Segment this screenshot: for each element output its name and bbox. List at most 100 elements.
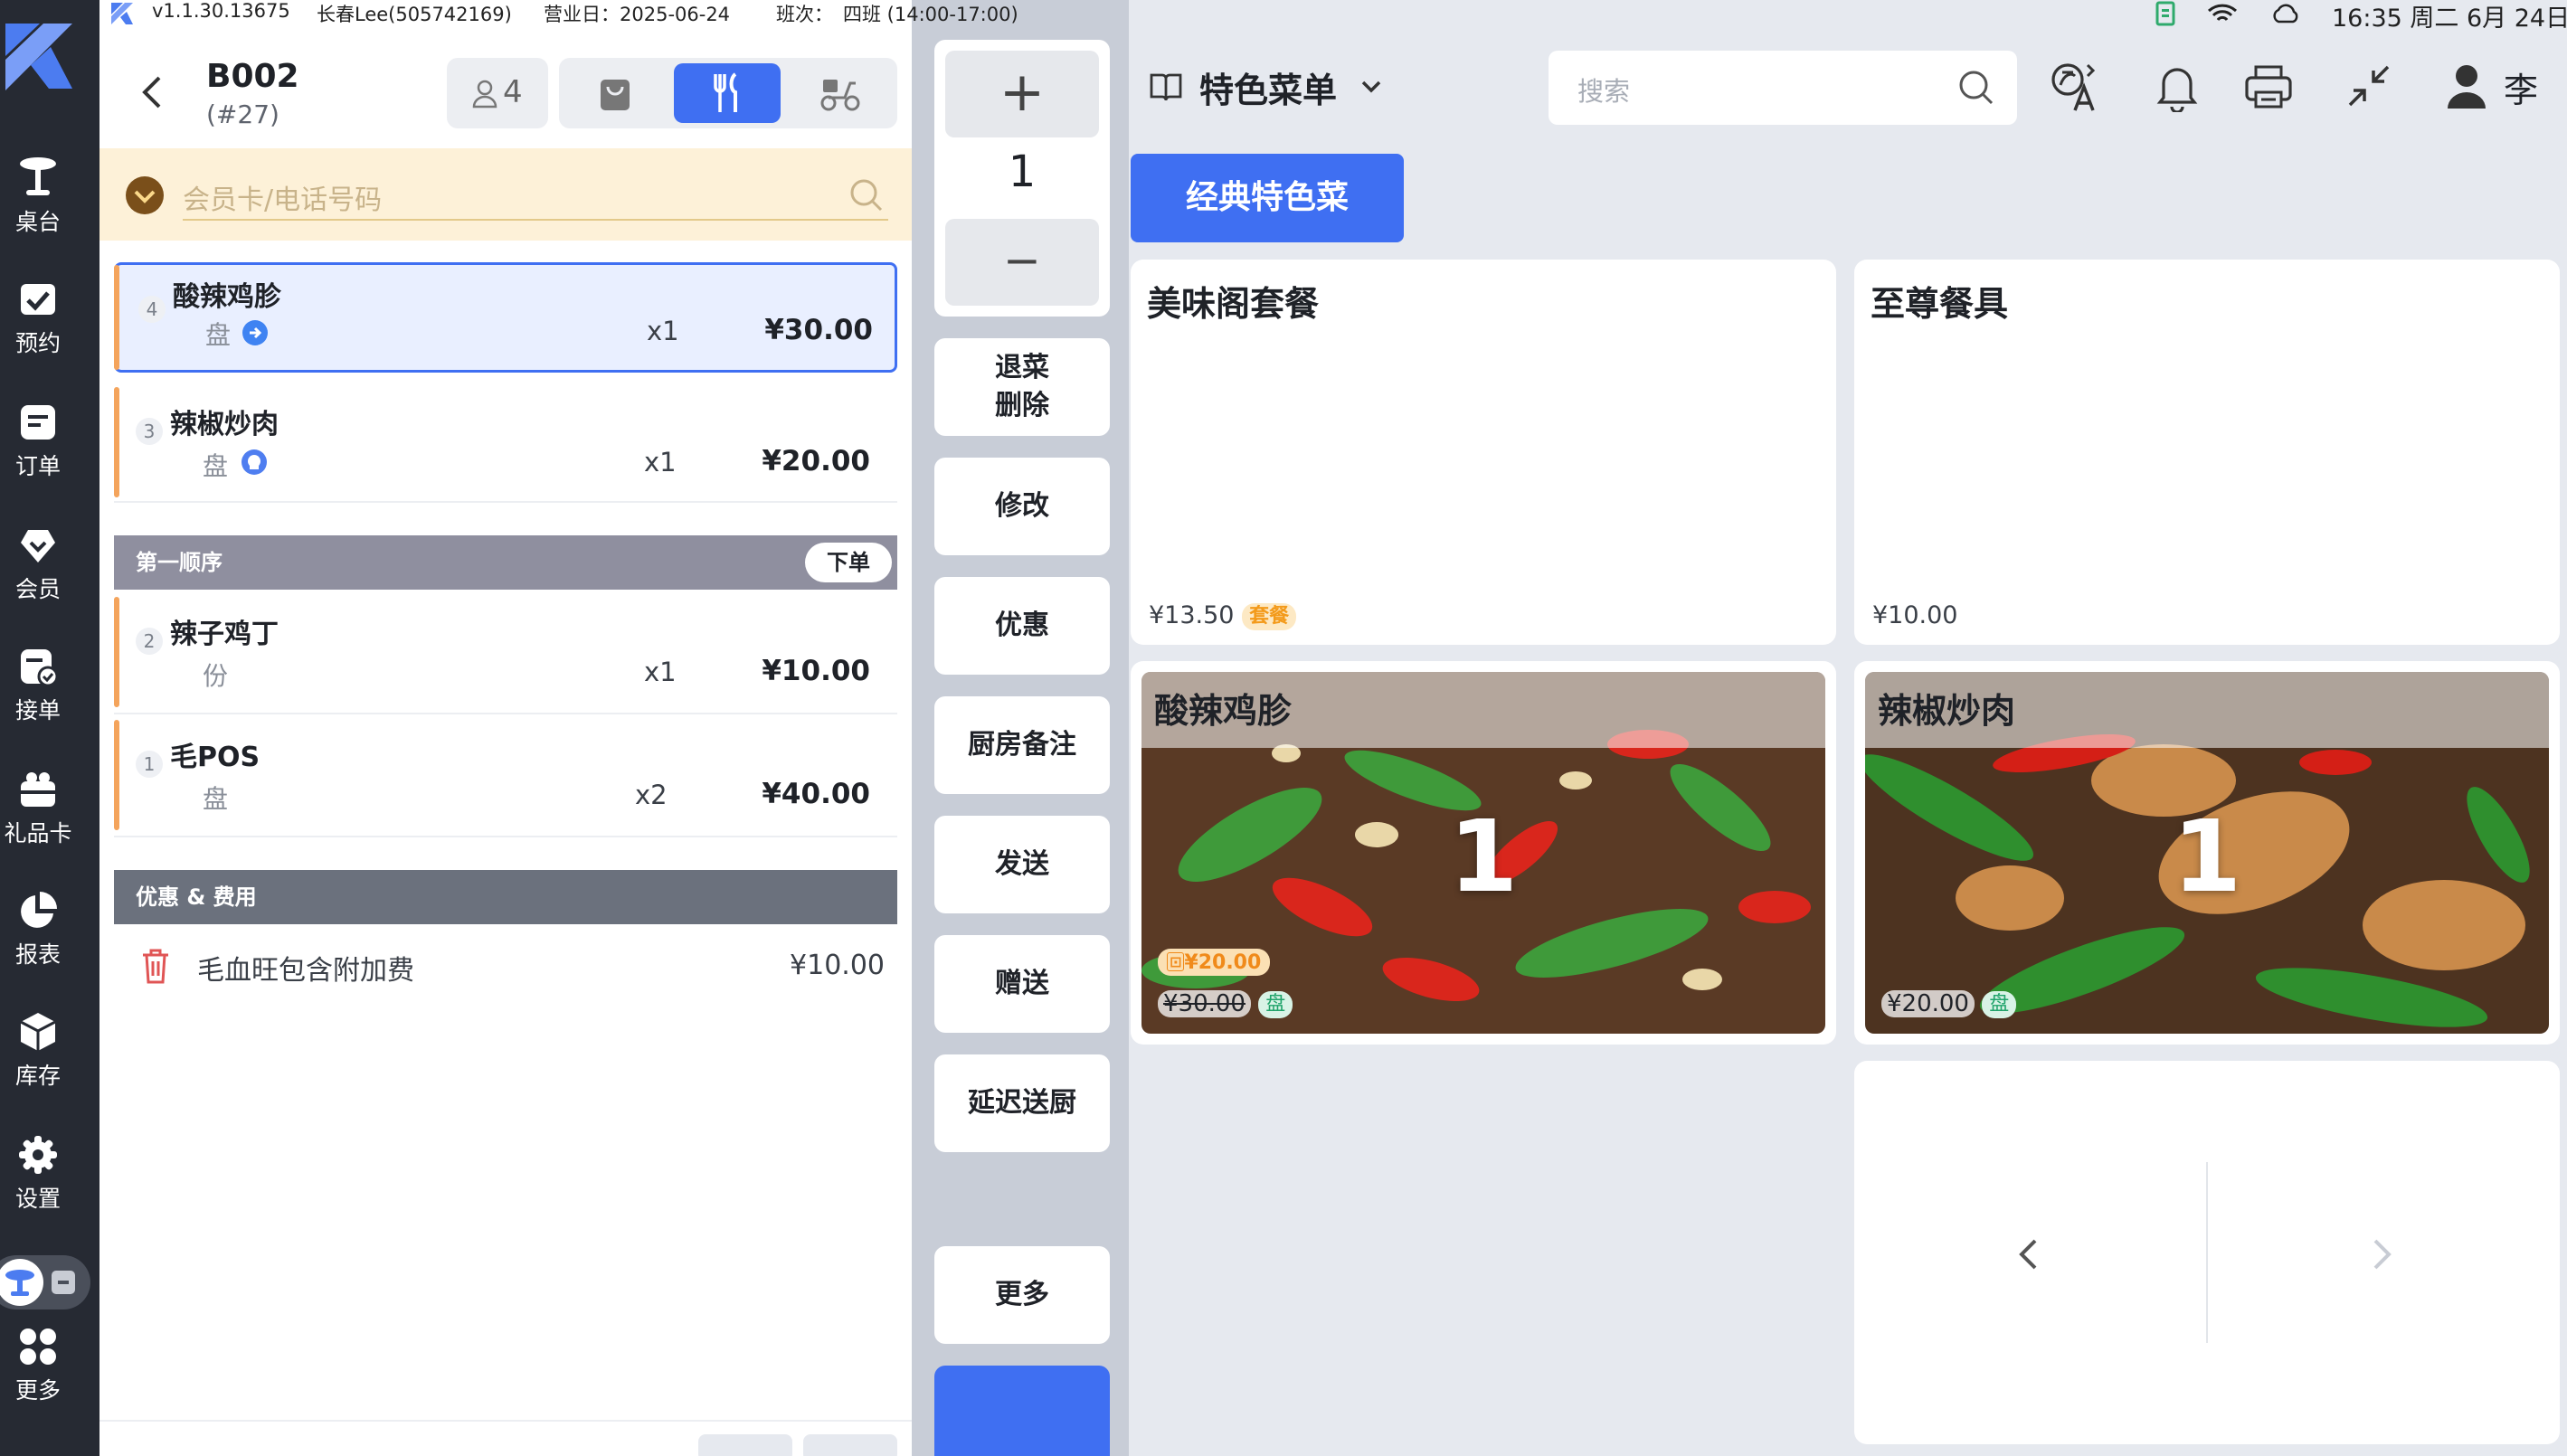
user-menu[interactable]: 李 [2446, 60, 2538, 114]
box-icon [20, 1013, 56, 1051]
dish-card[interactable]: 酸辣鸡胗 1 ⊡ ¥20.00 ¥30.00 盘 [1131, 661, 1836, 1045]
user-text: 长春Lee(505742169) [317, 4, 512, 25]
item-unit: 盘 [203, 451, 229, 481]
modify-button[interactable]: 修改 [934, 458, 1110, 555]
pagination-card [1854, 1061, 2560, 1444]
collapse-icon[interactable] [2346, 63, 2392, 109]
app-mini-logo [111, 3, 133, 24]
item-qty: x1 [647, 316, 679, 346]
coupon-icon: ⊡ [1167, 952, 1185, 971]
dish-qty-overlay: 1 [2172, 799, 2242, 914]
item-unit: 盘 [203, 784, 229, 814]
item-name: 酸辣鸡胗 [173, 281, 281, 313]
checkout-button[interactable] [934, 1366, 1110, 1456]
sidebar-item-more[interactable]: 更多 [0, 1326, 76, 1405]
order-item-row[interactable]: 4 酸辣鸡胗 盘 x1 ¥30.00 [114, 262, 897, 373]
pagination-divider [2206, 1162, 2208, 1343]
category-tab-classic[interactable]: 经典特色菜 [1131, 154, 1404, 242]
document-mode-icon [52, 1271, 75, 1294]
gift-icon [21, 772, 55, 807]
footer-button[interactable] [698, 1434, 792, 1456]
search-placeholder: 搜索 [1577, 76, 1631, 107]
delay-kitchen-button[interactable]: 延迟送厨 [934, 1054, 1110, 1152]
dish-card[interactable]: 至尊餐具 ¥10.00 [1854, 260, 2560, 645]
back-arrow-icon[interactable] [139, 74, 166, 110]
pie-chart-icon [21, 892, 57, 928]
gift-button[interactable]: 赠送 [934, 935, 1110, 1033]
sidebar-item-giftcard[interactable]: 礼品卡 [0, 769, 76, 848]
sidebar-item-member[interactable]: 会员 [0, 525, 76, 604]
order-item-row[interactable]: 1 毛POS 盘 x2 ¥40.00 [114, 716, 897, 837]
order-footer [99, 1420, 912, 1456]
wifi-icon [2207, 4, 2238, 22]
cloud-icon [2273, 4, 2298, 24]
dine-in-mode[interactable] [674, 63, 781, 123]
order-item-row[interactable]: 3 辣椒炒肉 盘 x1 ¥20.00 [114, 383, 897, 503]
order-item-row[interactable]: 2 辣子鸡丁 份 x1 ¥10.00 [114, 593, 897, 714]
delivery-mode[interactable] [791, 63, 890, 123]
dish-unit-tag: 盘 [1982, 990, 2017, 1018]
dish-price: ¥13.50 [1149, 601, 1235, 629]
bell-icon[interactable] [2156, 61, 2198, 112]
person-icon [472, 80, 497, 109]
sidebar-item-receive[interactable]: 接单 [0, 646, 76, 725]
place-order-button[interactable]: 下单 [805, 543, 892, 582]
fee-name: 毛血旺包含附加费 [197, 955, 414, 987]
shift-text: 四班 (14:00-17:00) [843, 4, 1018, 25]
menu-search-input[interactable]: 搜索 [1549, 51, 2017, 125]
sidebar-item-label: 报表 [14, 941, 61, 968]
footer-button[interactable] [803, 1434, 897, 1456]
mode-toggle[interactable] [0, 1255, 90, 1309]
order-icon [21, 405, 55, 440]
menu-selector[interactable]: 特色菜单 [1149, 51, 1382, 123]
sidebar-item-orders[interactable]: 订单 [0, 402, 76, 481]
sidebar-item-inventory[interactable]: 库存 [0, 1011, 76, 1091]
member-search-field[interactable]: 会员卡/电话号码 [183, 174, 888, 221]
printer-icon[interactable] [2243, 63, 2294, 110]
item-name: 毛POS [170, 742, 260, 773]
chevron-left-icon[interactable] [2017, 1238, 2039, 1271]
sidebar-item-settings[interactable]: 设置 [0, 1134, 76, 1214]
kitchen-note-button[interactable]: 厨房备注 [934, 696, 1110, 794]
return-delete-button[interactable]: 退菜 删除 [934, 338, 1110, 436]
item-seq: 3 [136, 418, 163, 445]
member-input-placeholder: 会员卡/电话号码 [183, 184, 383, 216]
dining-mode-group [559, 58, 897, 128]
item-name: 辣子鸡丁 [170, 619, 279, 650]
chef-status-icon [242, 449, 267, 475]
takeout-mode[interactable] [564, 63, 664, 123]
operation-column: + 1 − 退菜 删除 修改 优惠 厨房备注 发送 赠送 延迟送厨 更多 [912, 0, 1129, 1456]
dish-card[interactable]: 美味阁套餐 ¥13.50 套餐 [1131, 260, 1836, 645]
sidebar-item-label: 订单 [14, 453, 61, 479]
more-button[interactable]: 更多 [934, 1246, 1110, 1344]
item-price: ¥40.00 [762, 778, 870, 810]
chevron-right-icon[interactable] [2372, 1238, 2393, 1271]
table-number: B002 [206, 58, 299, 95]
translate-icon[interactable] [2050, 61, 2098, 112]
send-button[interactable]: 发送 [934, 816, 1110, 913]
sidebar: 桌台 预约 订单 会员 接单 礼品卡 报表 库存 设置 更多 [0, 0, 99, 1456]
guests-count: 4 [503, 74, 523, 110]
sidebar-item-label: 桌台 [14, 209, 61, 235]
user-name: 李 [2504, 70, 2539, 110]
sidebar-item-label: 会员 [14, 576, 61, 602]
dish-tag-combo: 套餐 [1242, 602, 1297, 630]
quantity-value: 1 [1008, 147, 1037, 197]
sidebar-item-reservation[interactable]: 预约 [0, 279, 76, 358]
clock-text: 16:35 周二 6月 24日 [2332, 5, 2567, 33]
sidebar-item-report[interactable]: 报表 [0, 890, 76, 969]
discount-button[interactable]: 优惠 [934, 577, 1110, 675]
book-icon [1150, 73, 1182, 101]
sidebar-item-table[interactable]: 桌台 [0, 156, 76, 237]
sidebar-item-label: 礼品卡 [4, 820, 72, 846]
trash-icon[interactable] [139, 948, 172, 984]
dish-card[interactable]: 辣椒炒肉 1 ¥20.00 盘 [1854, 661, 2560, 1045]
decrement-button[interactable]: − [945, 219, 1099, 306]
increment-button[interactable]: + [945, 51, 1099, 137]
search-icon[interactable] [848, 177, 885, 213]
dish-discount-price: ¥20.00 [1184, 951, 1262, 974]
item-qty: x1 [644, 657, 677, 687]
guests-button[interactable]: 4 [447, 58, 548, 128]
search-icon[interactable] [1957, 69, 1995, 107]
shift-label: 班次： [776, 4, 833, 25]
